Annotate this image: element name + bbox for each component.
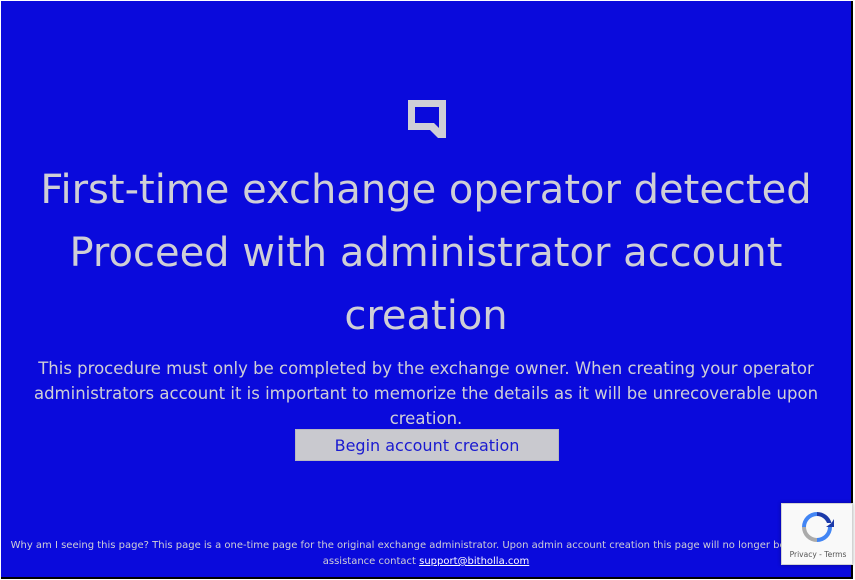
- description-line-1: This procedure must only be completed by…: [38, 359, 814, 378]
- recaptcha-terms-link[interactable]: Terms: [824, 550, 846, 559]
- footer-note: Why am I seeing this page? This page is …: [1, 538, 851, 570]
- recaptcha-icon: [802, 511, 834, 542]
- description-line-2: administrators account it is important t…: [33, 384, 819, 428]
- recaptcha-links: Privacy - Terms: [782, 550, 854, 559]
- page-title-line-3: creation: [344, 293, 508, 339]
- begin-account-creation-button[interactable]: Begin account creation: [295, 429, 559, 461]
- exchange-logo-icon: [408, 100, 446, 138]
- recaptcha-privacy-link[interactable]: Privacy: [790, 550, 817, 559]
- support-email-link[interactable]: support@bitholla.com: [419, 556, 529, 567]
- page-title: First-time exchange operator detected Pr…: [1, 159, 851, 348]
- page-title-line-1: First-time exchange operator detected: [40, 167, 812, 213]
- recaptcha-separator: -: [819, 550, 822, 559]
- recaptcha-badge[interactable]: Privacy - Terms: [781, 503, 853, 565]
- page-container: First-time exchange operator detected Pr…: [1, 1, 853, 579]
- description-text: This procedure must only be completed by…: [11, 356, 841, 431]
- footer-text-line-1: Why am I seeing this page? This page is …: [10, 540, 842, 551]
- footer-text-line-2: assistance contact: [322, 556, 416, 567]
- page-title-line-2: Proceed with administrator account: [69, 230, 783, 276]
